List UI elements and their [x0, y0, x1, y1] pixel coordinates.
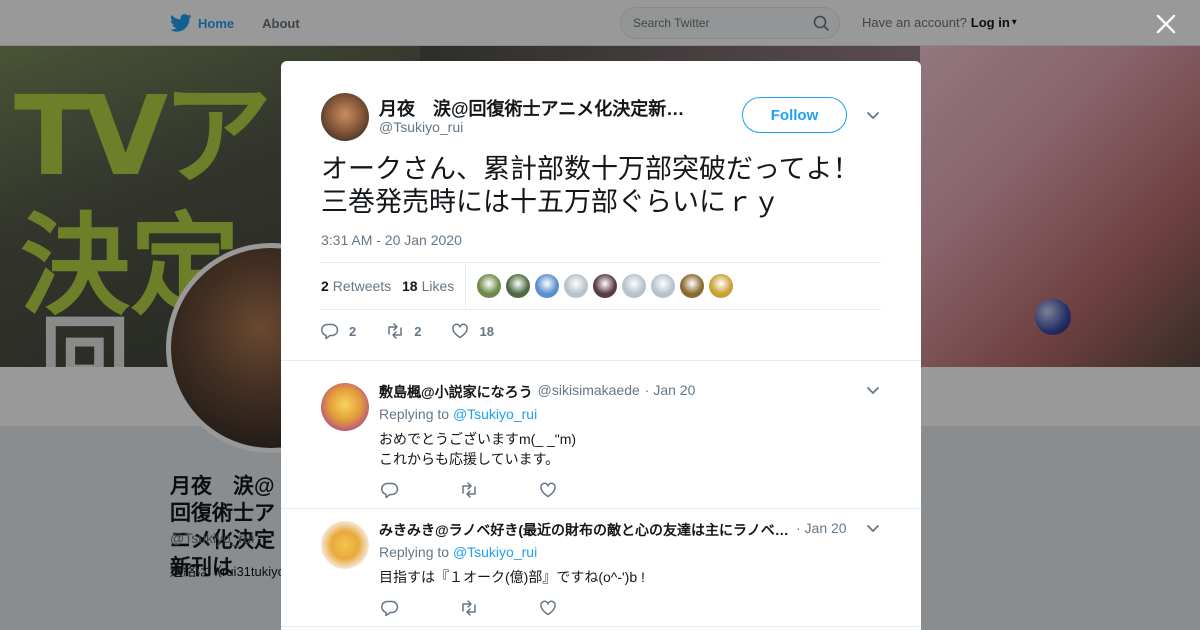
tweet-text: オークさん、累計部数十万部突破だってよ！ 三巻発売時には十五万部ぐらいにｒｙ: [321, 154, 887, 217]
liker-avatar[interactable]: [709, 274, 733, 298]
liker-avatar[interactable]: [651, 274, 675, 298]
retweet-icon[interactable]: [460, 481, 478, 499]
reply-item[interactable]: みきみき@ラノベ好き(最近の財布の敵と心の友達は主にラノベとゲーム · Jan …: [281, 509, 921, 627]
replying-to-link[interactable]: @Tsukiyo_rui: [453, 406, 537, 422]
follow-button[interactable]: Follow: [742, 97, 847, 133]
reply-item[interactable]: 敷島楓@小説家になろう @sikisimakaede · Jan 20 Repl…: [281, 361, 921, 509]
stats-divider: [465, 263, 466, 309]
likes-stat[interactable]: 18 Likes: [402, 278, 454, 294]
chevron-down-icon[interactable]: [866, 522, 880, 536]
author-avatar[interactable]: [321, 93, 369, 141]
heart-icon[interactable]: [539, 481, 557, 499]
reply-text-line: これからも応援しています。: [379, 451, 560, 467]
reply-text-line: おめでとうございますm(_ _"m): [379, 431, 577, 447]
reply-icon[interactable]: [381, 481, 399, 499]
replying-to-link[interactable]: @Tsukiyo_rui: [453, 544, 537, 560]
reply-actions: [381, 599, 618, 617]
retweets-count: 2: [321, 278, 329, 294]
reply-icon[interactable]: [321, 322, 339, 340]
retweets-label: Retweets: [332, 278, 392, 294]
like-count: 18: [479, 323, 494, 339]
close-icon[interactable]: [1156, 14, 1176, 34]
retweet-count: 2: [414, 323, 422, 339]
reply-header: みきみき@ラノベ好き(最近の財布の敵と心の友達は主にラノベとゲーム · Jan …: [379, 520, 847, 540]
reply-author-name[interactable]: 敷島楓@小説家になろう: [379, 382, 533, 402]
tweet-modal: 月夜 涙@回復術士アニメ化決定新刊は @Tsukiyo_rui Follow オ…: [281, 61, 921, 630]
retweets-stat[interactable]: 2 Retweets: [321, 278, 391, 294]
liker-avatar[interactable]: [477, 274, 501, 298]
reply-author-handle[interactable]: @sikisimakaede: [538, 382, 640, 402]
reply-text: おめでとうございますm(_ _"m) これからも応援しています。: [379, 429, 576, 469]
tweet-timestamp[interactable]: 3:31 AM - 20 Jan 2020: [321, 232, 462, 248]
chevron-down-icon[interactable]: [866, 109, 880, 123]
reply-avatar[interactable]: [321, 521, 369, 569]
reply-avatar[interactable]: [321, 383, 369, 431]
tweet-stats: 2 Retweets 18 Likes: [321, 262, 881, 310]
reply-header: 敷島楓@小説家になろう @sikisimakaede · Jan 20: [379, 382, 695, 402]
reply-action[interactable]: 2: [321, 322, 356, 340]
liker-avatar[interactable]: [535, 274, 559, 298]
likes-count: 18: [402, 278, 418, 294]
tweet-actions: 2 2 18: [321, 319, 524, 343]
reply-author-name[interactable]: みきみき@ラノベ好き(最近の財布の敵と心の友達は主にラノベとゲーム: [379, 520, 791, 540]
liker-avatar[interactable]: [506, 274, 530, 298]
replying-prefix: Replying to: [379, 406, 450, 422]
replying-prefix: Replying to: [379, 544, 450, 560]
liker-avatar[interactable]: [564, 274, 588, 298]
like-action[interactable]: 18: [451, 322, 494, 340]
replying-to: Replying to @Tsukiyo_rui: [379, 544, 537, 560]
reply-date[interactable]: · Jan 20: [645, 382, 696, 402]
liker-avatars: [477, 274, 738, 298]
retweet-action[interactable]: 2: [386, 322, 421, 340]
likes-label: Likes: [421, 278, 455, 294]
reply-count: 2: [349, 323, 357, 339]
liker-avatar[interactable]: [680, 274, 704, 298]
author-name[interactable]: 月夜 涙@回復術士アニメ化決定新刊は: [379, 95, 691, 121]
heart-icon[interactable]: [539, 599, 557, 617]
retweet-icon[interactable]: [460, 599, 478, 617]
replies-list: 敷島楓@小説家になろう @sikisimakaede · Jan 20 Repl…: [281, 360, 921, 630]
reply-date[interactable]: · Jan 20: [796, 520, 847, 540]
reply-actions: [381, 481, 618, 499]
author-handle[interactable]: @Tsukiyo_rui: [379, 119, 463, 135]
replying-to: Replying to @Tsukiyo_rui: [379, 406, 537, 422]
heart-icon[interactable]: [451, 322, 469, 340]
liker-avatar[interactable]: [622, 274, 646, 298]
reply-text-line: 目指すは『１オーク(億)部』ですね(o^-')b !: [379, 569, 645, 585]
reply-text: 目指すは『１オーク(億)部』ですね(o^-')b !: [379, 567, 645, 587]
liker-avatar[interactable]: [593, 274, 617, 298]
chevron-down-icon[interactable]: [866, 384, 880, 398]
reply-icon[interactable]: [381, 599, 399, 617]
retweet-icon[interactable]: [386, 322, 404, 340]
